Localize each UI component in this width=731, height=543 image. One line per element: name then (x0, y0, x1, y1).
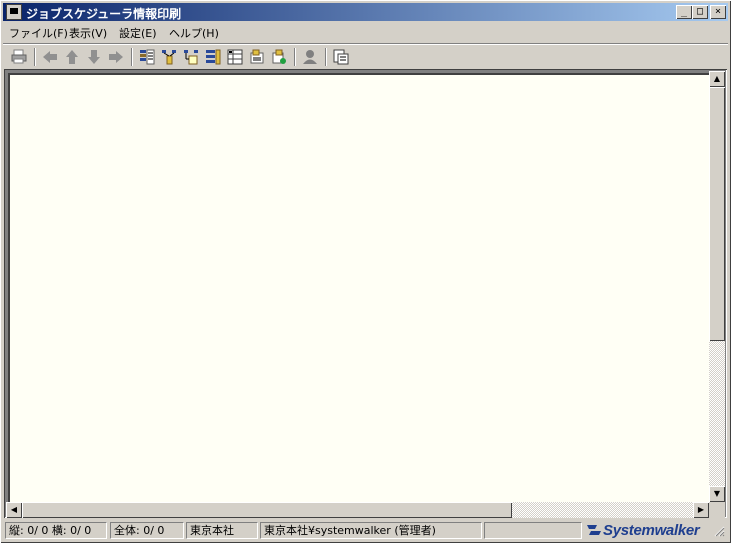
network-tree-icon[interactable] (181, 47, 201, 67)
status-total: 全体: 0/ 0 (110, 522, 184, 539)
horizontal-scrollbar[interactable]: ◀ ▶ (6, 502, 709, 518)
forward-arrow-icon[interactable] (106, 47, 126, 67)
scroll-down-icon[interactable]: ▼ (709, 486, 725, 502)
job-group-icon[interactable] (203, 47, 223, 67)
scroll-up-icon[interactable]: ▲ (709, 71, 725, 87)
app-icon[interactable] (6, 4, 22, 20)
main-window: ジョブスケジューラ情報印刷 _ □ × ファイル(F) 表示(V) 設定(E) … (0, 0, 731, 543)
user-icon[interactable] (300, 47, 320, 67)
systemwalker-logo-icon (587, 525, 601, 535)
status-user: 東京本社¥systemwalker (管理者) (260, 522, 482, 539)
down-arrow-icon[interactable] (84, 47, 104, 67)
network-icon[interactable] (159, 47, 179, 67)
menu-bar: ファイル(F) 表示(V) 設定(E) ヘルプ(H) (3, 22, 728, 41)
export-icon[interactable] (269, 47, 289, 67)
window-title: ジョブスケジューラ情報印刷 (26, 7, 182, 21)
close-button[interactable]: × (710, 5, 726, 19)
horizontal-scroll-thumb[interactable] (22, 502, 512, 518)
toolbar-separator (34, 48, 36, 66)
status-bar: 縦: 0/ 0 横: 0/ 0 全体: 0/ 0 東京本社 東京本社¥syste… (3, 520, 728, 540)
vertical-scrollbar[interactable]: ▲ ▼ (709, 71, 725, 502)
preview-icon[interactable] (331, 47, 351, 67)
title-bar[interactable]: ジョブスケジューラ情報印刷 _ □ × (3, 3, 728, 21)
resize-grip-icon[interactable] (713, 525, 725, 537)
scroll-left-icon[interactable]: ◀ (6, 502, 22, 518)
vertical-scroll-thumb[interactable] (709, 87, 725, 341)
menu-view[interactable]: 表示(V) (69, 25, 107, 41)
menu-file[interactable]: ファイル(F) (9, 25, 68, 41)
menu-settings[interactable]: 設定(E) (119, 25, 157, 41)
job-list-icon[interactable] (137, 47, 157, 67)
scroll-corner (709, 502, 725, 518)
print-icon[interactable] (9, 47, 29, 67)
toolbar-separator (325, 48, 327, 66)
toolbar-separator (294, 48, 296, 66)
status-position: 縦: 0/ 0 横: 0/ 0 (5, 522, 107, 539)
minimize-button[interactable]: _ (676, 5, 692, 19)
toolbar (3, 43, 728, 70)
status-empty-pane (484, 522, 582, 539)
toolbar-separator (131, 48, 133, 66)
up-arrow-icon[interactable] (62, 47, 82, 67)
systemwalker-logo: Systemwalker (585, 521, 700, 539)
menu-help[interactable]: ヘルプ(H) (169, 25, 219, 41)
scroll-right-icon[interactable]: ▶ (693, 502, 709, 518)
status-location: 東京本社 (186, 522, 258, 539)
back-arrow-icon[interactable] (40, 47, 60, 67)
project-icon[interactable] (247, 47, 267, 67)
calendar-list-icon[interactable] (225, 47, 245, 67)
print-preview-area[interactable] (8, 73, 709, 502)
maximize-button[interactable]: □ (692, 5, 708, 19)
